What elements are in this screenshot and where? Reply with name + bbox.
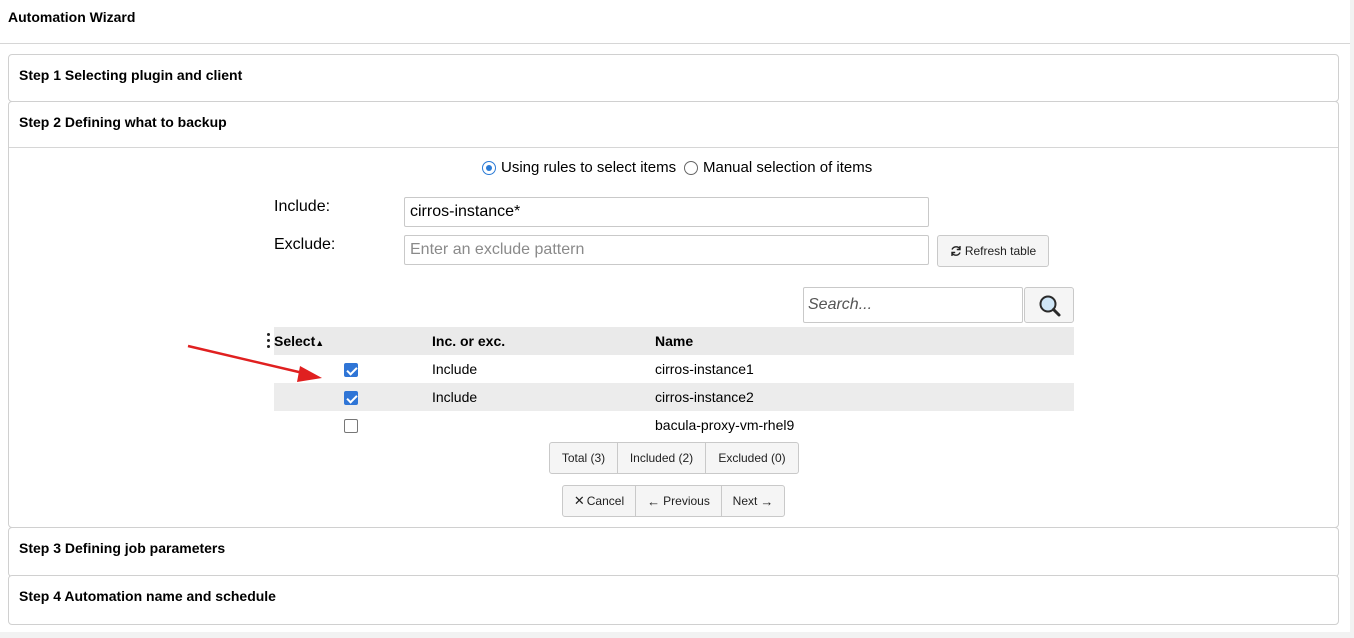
wizard-title: Automation Wizard bbox=[8, 9, 136, 25]
radio-selected-icon[interactable] bbox=[482, 160, 496, 175]
next-label: Next bbox=[732, 494, 758, 508]
items-table: Select▲ Inc. or exc. Name Include cirros… bbox=[274, 327, 1074, 439]
refresh-table-label: Refresh table bbox=[964, 244, 1037, 258]
column-options-icon[interactable] bbox=[264, 330, 272, 352]
exclude-label: Exclude: bbox=[274, 236, 336, 253]
table-row: bacula-proxy-vm-rhel9 bbox=[274, 411, 1074, 439]
row-type: Include bbox=[432, 383, 655, 411]
rules-radio[interactable]: Using rules to select items bbox=[482, 159, 676, 176]
filter-total-button[interactable]: Total (3) bbox=[550, 443, 618, 473]
row-name: cirros-instance1 bbox=[655, 361, 754, 377]
table-header-row: Select▲ Inc. or exc. Name bbox=[274, 327, 1074, 355]
inc-exc-column-header[interactable]: Inc. or exc. bbox=[432, 327, 655, 355]
search-button[interactable] bbox=[1024, 287, 1074, 323]
include-label: Include: bbox=[274, 198, 331, 215]
row-checkbox[interactable] bbox=[344, 419, 358, 434]
cancel-button[interactable]: ✕ Cancel bbox=[563, 486, 636, 516]
include-input[interactable] bbox=[404, 197, 929, 227]
step-3-panel[interactable]: Step 3 Defining job parameters bbox=[8, 527, 1339, 577]
step-1-panel[interactable]: Step 1 Selecting plugin and client bbox=[8, 54, 1339, 102]
row-type: Include bbox=[432, 361, 478, 377]
filter-button-group: Total (3) Included (2) Excluded (0) bbox=[549, 442, 799, 474]
filter-included-button[interactable]: Included (2) bbox=[618, 443, 706, 473]
step-1-title: Step 1 Selecting plugin and client bbox=[19, 67, 243, 83]
refresh-icon bbox=[951, 246, 961, 256]
row-checkbox[interactable] bbox=[344, 391, 358, 406]
sort-asc-icon: ▲ bbox=[315, 338, 325, 348]
close-icon: ✕ bbox=[573, 493, 585, 508]
step-3-title: Step 3 Defining job parameters bbox=[19, 540, 226, 556]
select-column-header[interactable]: Select▲ bbox=[274, 327, 432, 355]
next-button[interactable]: Next → bbox=[722, 486, 784, 516]
row-checkbox[interactable] bbox=[344, 363, 358, 378]
table-row: Include cirros-instance1 bbox=[274, 355, 1074, 383]
wizard-nav-group: ✕ Cancel ← Previous Next → bbox=[562, 485, 785, 517]
table-search-input[interactable] bbox=[803, 287, 1023, 323]
row-type bbox=[432, 411, 655, 439]
name-column-header[interactable]: Name bbox=[655, 327, 1074, 355]
manual-radio-label: Manual selection of items bbox=[703, 159, 873, 176]
automation-wizard-window: Automation Wizard Step 1 Selecting plugi… bbox=[0, 0, 1350, 632]
step-4-title: Step 4 Automation name and schedule bbox=[19, 588, 276, 604]
cancel-label: Cancel bbox=[586, 494, 625, 508]
step-4-panel[interactable]: Step 4 Automation name and schedule bbox=[8, 575, 1339, 625]
radio-unselected-icon[interactable] bbox=[684, 160, 698, 175]
step-2-title: Step 2 Defining what to backup bbox=[19, 114, 227, 130]
filter-excluded-button[interactable]: Excluded (0) bbox=[706, 443, 798, 473]
row-name: cirros-instance2 bbox=[655, 383, 1074, 411]
arrow-left-icon: ← bbox=[647, 493, 661, 509]
previous-button[interactable]: ← Previous bbox=[636, 486, 722, 516]
search-icon bbox=[1039, 295, 1061, 317]
refresh-table-button[interactable]: Refresh table bbox=[937, 235, 1049, 267]
table-row: Include cirros-instance2 bbox=[274, 383, 1074, 411]
row-name: bacula-proxy-vm-rhel9 bbox=[655, 417, 795, 433]
previous-label: Previous bbox=[663, 494, 710, 508]
exclude-input[interactable] bbox=[404, 235, 929, 265]
wizard-header: Automation Wizard bbox=[0, 0, 1350, 44]
manual-radio[interactable]: Manual selection of items bbox=[684, 159, 872, 176]
rules-radio-label: Using rules to select items bbox=[501, 159, 677, 176]
arrow-right-icon: → bbox=[760, 493, 774, 509]
